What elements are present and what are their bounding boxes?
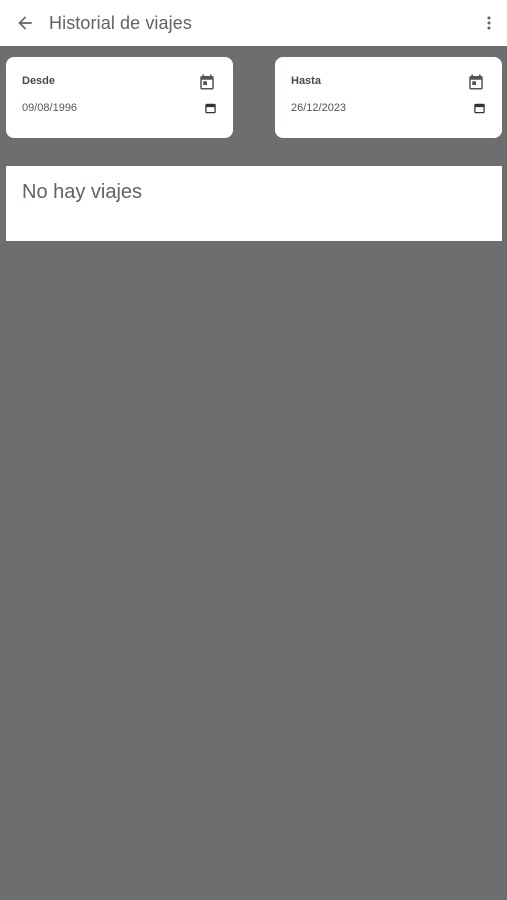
date-picker-icon[interactable] [205, 103, 216, 114]
date-to-input[interactable] [291, 99, 471, 117]
date-to-label: Hasta [291, 75, 321, 87]
app-bar: Historial de viajes [0, 0, 507, 46]
page-title: Historial de viajes [49, 13, 192, 33]
calendar-icon[interactable] [198, 73, 216, 91]
more-vert-icon [487, 16, 491, 30]
trips-list-empty-state: No hay viajes [6, 166, 502, 241]
back-button[interactable] [12, 11, 38, 35]
empty-message: No hay viajes [22, 181, 143, 203]
date-picker-icon[interactable] [474, 103, 485, 114]
date-to-card: Hasta [275, 57, 502, 138]
more-options-button[interactable] [483, 13, 495, 33]
date-from-card: Desde [6, 57, 233, 138]
arrow-back-icon [18, 16, 32, 30]
calendar-icon[interactable] [467, 73, 485, 91]
date-from-label: Desde [22, 75, 56, 87]
date-from-input[interactable] [22, 99, 202, 117]
